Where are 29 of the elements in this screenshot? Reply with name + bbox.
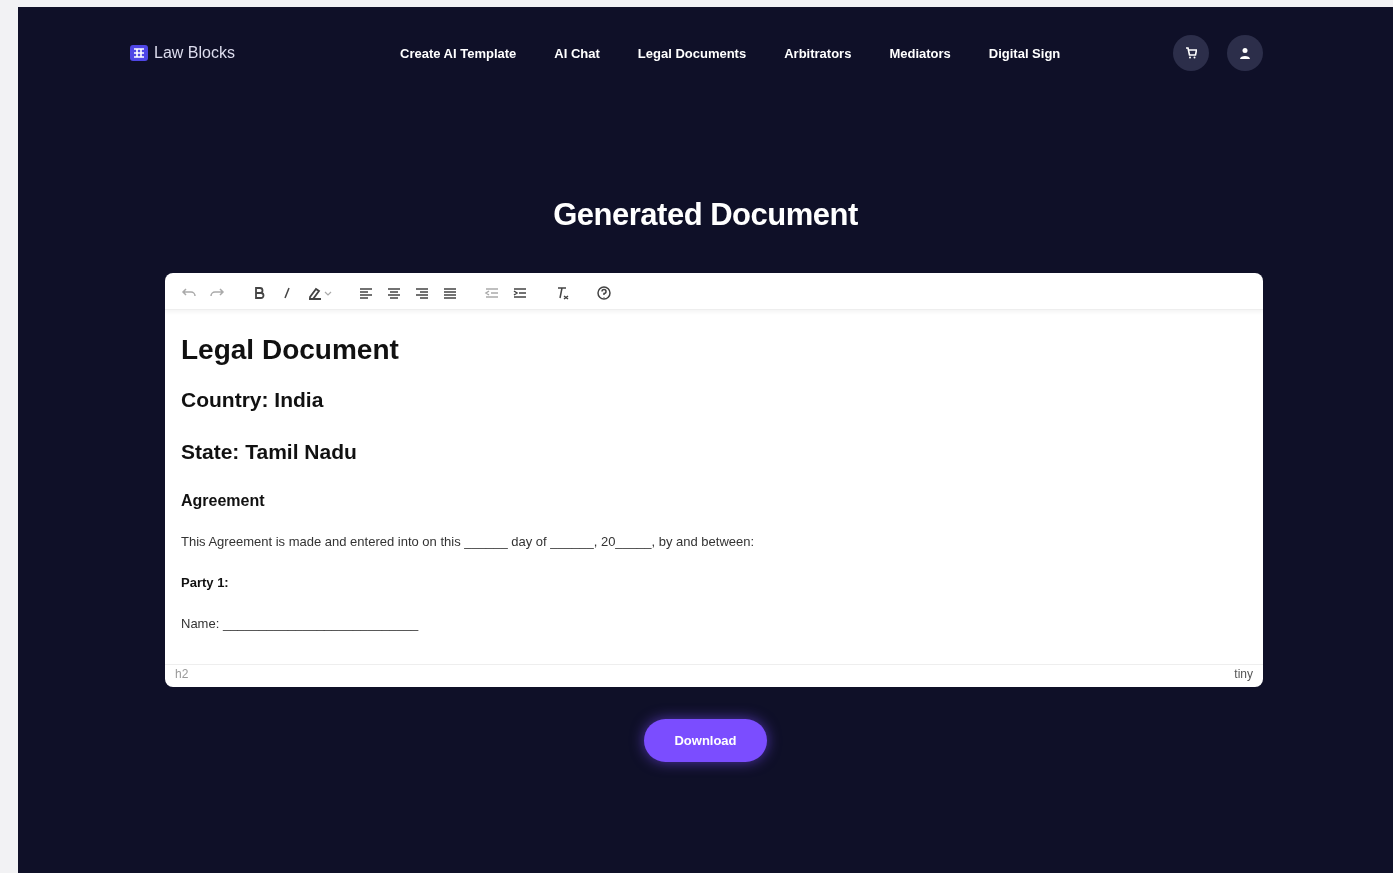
document-text: This Agreement is made and entered into on this ______ day of ______, 20_____, by and between: — [181, 534, 756, 549]
justify-icon[interactable] — [442, 285, 458, 301]
nav-link[interactable]: Create AI Template — [400, 45, 517, 61]
align-left-icon[interactable] — [358, 285, 374, 301]
align-center-icon[interactable] — [386, 285, 402, 301]
document-text: Name: ___________________________ — [181, 616, 420, 631]
document-heading: Legal Document — [181, 334, 400, 366]
party-label: Party 1: — [181, 575, 230, 590]
nav-link[interactable]: Digital Sign — [988, 45, 1061, 61]
section-heading: Agreement — [181, 492, 266, 510]
cart-button[interactable] — [1173, 35, 1209, 71]
nav-link[interactable]: Arbitrators — [784, 45, 852, 61]
user-button[interactable] — [1227, 35, 1263, 71]
indent-icon[interactable] — [512, 285, 528, 301]
brand-name[interactable]: Law Blocks — [154, 44, 235, 62]
logo-icon — [130, 45, 148, 61]
user-icon — [1239, 47, 1251, 59]
help-icon[interactable] — [596, 285, 612, 301]
document-subheading: State: Tamil Nadu — [181, 440, 358, 464]
nav-link[interactable]: Mediators — [889, 45, 951, 61]
document-subheading: Country: India — [181, 388, 325, 412]
download-button[interactable]: Download — [644, 719, 767, 762]
align-right-icon[interactable] — [414, 285, 430, 301]
nav-link[interactable]: AI Chat — [554, 45, 600, 61]
highlight-icon[interactable] — [307, 285, 323, 301]
nav-link[interactable]: Legal Documents — [637, 45, 747, 61]
cart-icon — [1185, 47, 1197, 59]
page-title: Generated Document — [552, 197, 859, 233]
editor-branding[interactable]: tiny — [1234, 667, 1253, 681]
